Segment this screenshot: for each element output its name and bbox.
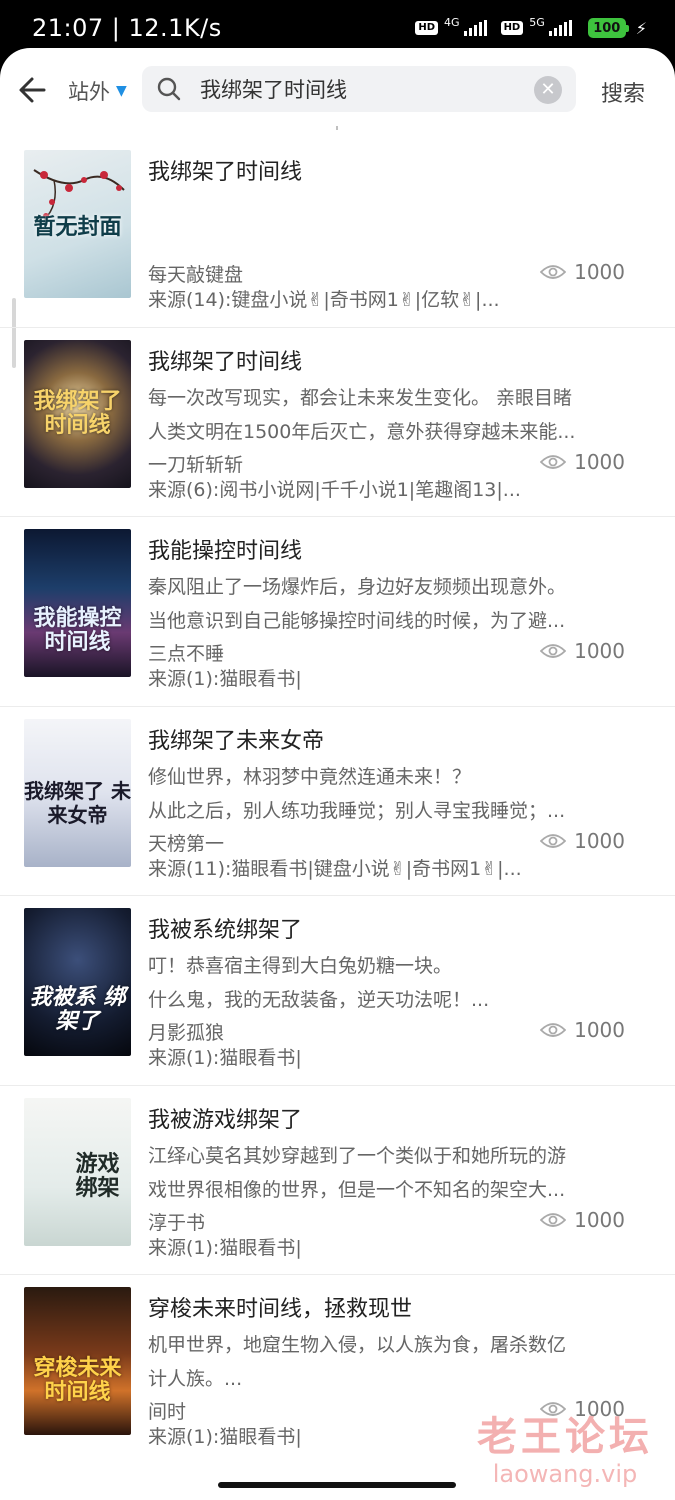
view-count: 1000: [540, 450, 625, 474]
book-description: 江绎心莫名其妙穿越到了一个类似于和她所玩的游 戏世界很相像的世界，但是一个不知名的…: [148, 1144, 567, 1201]
eye-icon: [540, 1212, 567, 1227]
network-label-5g: 5G: [529, 15, 545, 29]
book-source: 来源(1):猫眼看书|: [148, 1236, 302, 1259]
status-icons: HD 4G HD 5G 100 ⚡: [415, 15, 647, 38]
view-count: 1000: [540, 829, 625, 853]
watermark-sub: laowang.vip: [492, 1460, 638, 1488]
results-list: 暂无封面 我绑架了时间线 每天敲键盘 1000 来源(14):键盘小说✌|奇书网…: [0, 138, 675, 1465]
book-author: 淳于书: [148, 1211, 206, 1234]
search-input[interactable]: [200, 66, 520, 112]
view-count: 1000: [540, 1018, 625, 1042]
list-item[interactable]: 我绑架了 未来女帝 我绑架了未来女帝 修仙世界，林羽梦中竟然连通未来！？ 从此之后…: [0, 707, 675, 896]
cover-title: 我能操控 时间线: [33, 606, 122, 655]
book-description: 机甲世界，地窟生物入侵，以人族为食，屠杀数亿 计人族。...: [148, 1334, 567, 1390]
search-icon: [157, 77, 181, 101]
list-item[interactable]: 暂无封面 我绑架了时间线 每天敲键盘 1000 来源(14):键盘小说✌|奇书网…: [0, 138, 675, 328]
hd-badge-2: HD: [500, 21, 524, 35]
watermark-main: 老王论坛: [477, 1414, 653, 1460]
cover-title: 暂无封面: [33, 215, 122, 240]
search-button[interactable]: 搜索: [601, 76, 645, 108]
list-item[interactable]: 我能操控 时间线 我能操控时间线 秦风阻止了一场爆炸后，身边好友频频出现意外。当…: [0, 517, 675, 707]
home-indicator[interactable]: [218, 1482, 456, 1488]
book-author: 天榜第一: [148, 832, 225, 855]
hd-badge: HD: [415, 21, 439, 35]
book-author: 间时: [148, 1401, 187, 1423]
view-count-value: 1000: [574, 449, 625, 474]
book-source: 来源(11):猫眼看书|键盘小说✌|奇书网1✌|...: [148, 857, 522, 880]
book-description: 修仙世界，林羽梦中竟然连通未来！？ 从此之后，别人练功我睡觉；别人寻宝我睡觉；..…: [148, 765, 566, 822]
divider-dot: [336, 126, 338, 130]
book-title: 我绑架了时间线: [148, 160, 303, 185]
search-header: 站外 ▼ ✕ 搜索: [0, 48, 675, 138]
cover-title: 我被系 绑架了: [29, 985, 126, 1034]
view-count: 1000: [540, 639, 625, 663]
book-author: 月影孤狼: [148, 1022, 225, 1044]
eye-icon: [540, 833, 567, 848]
watermark: 老王论坛 laowang.vip: [477, 1404, 653, 1488]
eye-icon: [540, 644, 567, 658]
eye-icon: [540, 1023, 567, 1037]
cover-title: 穿梭未来 时间线: [33, 1356, 122, 1405]
network-label-4g: 4G: [444, 15, 460, 29]
view-count-value: 1000: [574, 639, 625, 663]
book-title: 我能操控时间线: [148, 539, 303, 564]
list-item[interactable]: 我被系 绑架了 我被系统绑架了 叮！恭喜宿主得到大白兔奶糖一块。 什么鬼，我的无敌…: [0, 896, 675, 1086]
signal-icon-2: [548, 20, 572, 36]
book-source: 来源(14):键盘小说✌|奇书网1✌|亿软✌|...: [148, 289, 500, 311]
book-author: 一刀斩斩斩: [148, 453, 244, 476]
book-cover: 暂无封面: [24, 150, 131, 298]
status-time: 21:07 | 12.1K/s: [32, 14, 222, 42]
book-title: 我绑架了未来女帝: [148, 728, 325, 754]
book-cover: 穿梭未来 时间线: [24, 1287, 131, 1435]
view-count-value: 1000: [574, 1207, 625, 1232]
book-source: 来源(6):阅书小说网|千千小说1|笔趣阁13|...: [148, 478, 521, 501]
list-item[interactable]: 我绑架了 时间线 我绑架了时间线 每一次改写现实，都会让未来发生变化。 亲眼目睹…: [0, 328, 675, 517]
book-source: 来源(1):猫眼看书|: [148, 1047, 302, 1069]
back-arrow-icon[interactable]: [14, 70, 54, 110]
view-count-value: 1000: [574, 828, 625, 853]
app-surface: 站外 ▼ ✕ 搜索: [0, 48, 675, 1500]
book-cover: 我被系 绑架了: [24, 908, 131, 1056]
book-cover: 我能操控 时间线: [24, 529, 131, 677]
site-filter-label: 站外: [68, 80, 110, 104]
eye-icon: [540, 265, 567, 279]
book-source: 来源(1):猫眼看书|: [148, 668, 302, 690]
battery-icon: 100: [587, 18, 629, 38]
cover-title: 我绑架了 时间线: [33, 388, 122, 438]
book-cover: 我绑架了 未来女帝: [24, 718, 131, 867]
caret-down-icon: ▼: [116, 83, 127, 99]
book-cover: 我绑架了 时间线: [24, 339, 131, 488]
view-count-value: 1000: [574, 260, 625, 284]
book-title: 我绑架了时间线: [148, 349, 303, 375]
book-description: 每一次改写现实，都会让未来发生变化。 亲眼目睹 人类文明在1500年后灭亡，意外获…: [148, 386, 576, 443]
site-filter-dropdown[interactable]: 站外 ▼: [68, 76, 127, 106]
book-author: 每天敲键盘: [148, 264, 244, 286]
search-box: ✕: [142, 66, 576, 112]
cover-title: 我绑架了 未来女帝: [24, 778, 131, 827]
signal-icon: [463, 20, 487, 36]
view-count: 1000: [540, 260, 625, 284]
view-count: 1000: [540, 1208, 625, 1232]
list-item[interactable]: 游戏 绑架 我被游戏绑架了 江绎心莫名其妙穿越到了一个类似于和她所玩的游 戏世界很…: [0, 1086, 675, 1275]
cover-title: 游戏 绑架: [75, 1151, 120, 1201]
book-author: 三点不睡: [148, 643, 225, 665]
book-title: 我被游戏绑架了: [148, 1107, 303, 1133]
book-cover: 游戏 绑架: [24, 1097, 131, 1246]
view-count-value: 1000: [574, 1018, 625, 1042]
book-title: 我被系统绑架了: [148, 918, 303, 943]
eye-icon: [540, 454, 567, 469]
book-description: 秦风阻止了一场爆炸后，身边好友频频出现意外。 当他意识到自己能够操控时间线的时候，…: [148, 576, 567, 632]
book-title: 穿梭未来时间线，拯救现世: [148, 1297, 413, 1322]
charging-icon: ⚡: [635, 18, 647, 38]
book-description: 叮！恭喜宿主得到大白兔奶糖一块。 什么鬼，我的无敌装备，逆天功法呢！...: [148, 955, 490, 1011]
clear-icon[interactable]: ✕: [534, 76, 562, 104]
